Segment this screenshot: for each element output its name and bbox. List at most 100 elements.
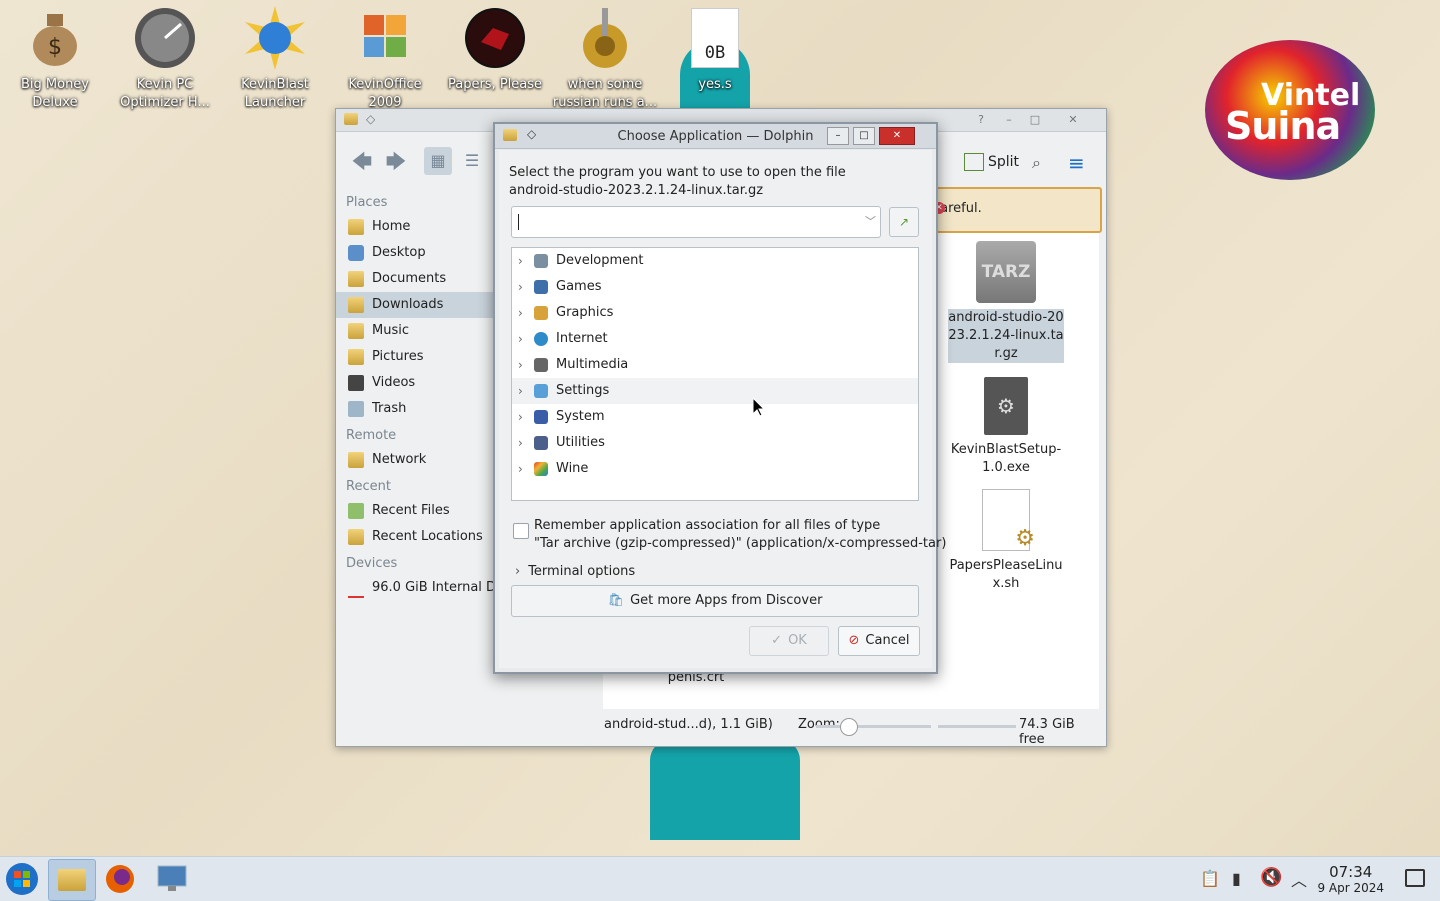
chevron-right-icon[interactable]: › xyxy=(518,456,523,482)
file-item-kevinblast-setup[interactable]: ⚙ KevinBlastSetup-1.0.exe xyxy=(948,377,1064,477)
chevron-right-icon[interactable]: › xyxy=(518,404,523,430)
places-item-pictures[interactable]: Pictures xyxy=(336,344,496,370)
games-icon xyxy=(534,280,548,294)
places-panel: Places Home Desktop Documents Downloads … xyxy=(336,189,496,601)
terminal-options-label: Terminal options xyxy=(528,564,636,579)
desktop-icon-label: KevinOffice 2009 xyxy=(348,77,422,110)
volume-muted-icon[interactable]: 🔇 xyxy=(1260,867,1282,888)
browse-button[interactable]: ↗ xyxy=(889,207,919,237)
remember-checkbox[interactable] xyxy=(513,523,529,539)
show-desktop-icon[interactable] xyxy=(1405,869,1425,887)
places-item-label: 96.0 GiB Internal Dri xyxy=(372,580,496,595)
start-menu-button[interactable] xyxy=(2,859,42,899)
desktop-icon-when-some-russian[interactable]: when some russian runs a... xyxy=(550,6,660,112)
places-item-recent-locations[interactable]: Recent Locations xyxy=(336,524,496,550)
zoom-slider[interactable] xyxy=(816,718,931,736)
icon-view-icon[interactable]: ▦ xyxy=(424,147,452,175)
search-icon[interactable]: ⌕ xyxy=(1032,153,1041,173)
settings-icon xyxy=(534,384,548,398)
category-multimedia[interactable]: › Multimedia xyxy=(512,352,918,378)
chevron-right-icon[interactable]: › xyxy=(518,352,523,378)
places-item-desktop[interactable]: Desktop xyxy=(336,240,496,266)
clipboard-icon[interactable]: 📋 xyxy=(1200,869,1220,888)
chevron-right-icon[interactable]: › xyxy=(518,326,523,352)
remember-line-2: "Tar archive (gzip-compressed)" (applica… xyxy=(534,536,947,551)
warning-banner: careful. ✕ xyxy=(926,187,1102,233)
desktop-icon-kevin-pc-optimizer[interactable]: Kevin PC Optimizer H... xyxy=(110,6,220,112)
taskbar-dolphin[interactable] xyxy=(48,859,96,901)
category-wine[interactable]: › Wine xyxy=(512,456,918,482)
places-item-label: Home xyxy=(372,219,411,234)
file-item-papers-please-sh[interactable]: ⚙ PapersPleaseLinux.sh xyxy=(948,489,1064,593)
desktop-icon-label: Kevin PC Optimizer H... xyxy=(120,77,210,110)
category-internet[interactable]: › Internet xyxy=(512,326,918,352)
help-button[interactable]: ? xyxy=(972,112,990,128)
dialog-titlebar[interactable]: ◇ Choose Application — Dolphin – □ ✕ xyxy=(495,124,936,149)
category-graphics[interactable]: › Graphics xyxy=(512,300,918,326)
zoom-slider-handle[interactable] xyxy=(840,718,858,736)
places-item-internal-drive[interactable]: 96.0 GiB Internal Dri xyxy=(336,575,496,601)
pin-icon[interactable]: ◇ xyxy=(366,112,375,126)
desktop-icon-kevinblast-launcher[interactable]: KevinBlast Launcher xyxy=(220,6,330,112)
desktop-icon-kevinoffice[interactable]: KevinOffice 2009 xyxy=(330,6,440,112)
maximize-button[interactable]: □ xyxy=(1026,112,1044,128)
ok-button[interactable]: ✓ OK xyxy=(749,626,829,656)
close-button[interactable]: ✕ xyxy=(879,127,915,145)
places-item-documents[interactable]: Documents xyxy=(336,266,496,292)
chevron-up-icon[interactable]: ︿ xyxy=(1291,867,1307,891)
remote-header: Remote xyxy=(346,428,397,443)
taskbar-firefox[interactable] xyxy=(100,859,140,899)
chevron-right-icon[interactable]: › xyxy=(518,248,523,274)
chevron-right-icon[interactable]: › xyxy=(518,378,523,404)
chevron-right-icon[interactable]: › xyxy=(518,300,523,326)
clock[interactable]: 07:34 9 Apr 2024 xyxy=(1317,863,1384,895)
category-games[interactable]: › Games xyxy=(512,274,918,300)
category-development[interactable]: › Development xyxy=(512,248,918,274)
battery-icon[interactable]: ▮ xyxy=(1232,869,1241,888)
category-utilities[interactable]: › Utilities xyxy=(512,430,918,456)
close-button[interactable]: ✕ xyxy=(1064,112,1082,128)
places-item-label: Downloads xyxy=(372,297,444,312)
desktop-icon-big-money[interactable]: $ Big Money Deluxe xyxy=(0,6,110,112)
dialog-prompt: Select the program you want to use to op… xyxy=(509,164,846,200)
taskbar-system-settings[interactable] xyxy=(152,859,192,899)
places-item-network[interactable]: Network xyxy=(336,447,496,473)
development-icon xyxy=(534,254,548,268)
desktop-icon-yes-s[interactable]: 0B yes.s xyxy=(660,6,770,94)
cancel-button[interactable]: ⊘ Cancel xyxy=(838,626,920,656)
category-settings[interactable]: › Settings xyxy=(512,378,918,404)
prompt-line-1: Select the program you want to use to op… xyxy=(509,165,846,180)
category-system[interactable]: › System xyxy=(512,404,918,430)
gear-icon xyxy=(573,6,637,70)
places-item-recent-files[interactable]: Recent Files xyxy=(336,498,496,524)
places-item-home[interactable]: Home xyxy=(336,214,496,240)
places-item-videos[interactable]: Videos xyxy=(336,370,496,396)
maximize-button[interactable]: □ xyxy=(853,127,875,145)
desktop-icon-label: yes.s xyxy=(698,77,732,92)
get-more-apps-button[interactable]: 🛍 Get more Apps from Discover xyxy=(511,585,919,617)
minimize-button[interactable]: – xyxy=(1000,112,1018,128)
split-button[interactable]: Split xyxy=(964,153,1019,171)
category-label: Graphics xyxy=(556,305,614,320)
free-space-bar xyxy=(938,725,1016,728)
places-item-music[interactable]: Music xyxy=(336,318,496,344)
desktop-icon-papers-please[interactable]: Papers, Please xyxy=(440,6,550,94)
dialog-body: Select the program you want to use to op… xyxy=(499,150,946,668)
places-item-trash[interactable]: Trash xyxy=(336,396,496,422)
details-view-icon[interactable]: ☰ xyxy=(458,147,486,175)
application-combo-input[interactable]: ﹀ xyxy=(511,206,881,238)
clock-date: 9 Apr 2024 xyxy=(1317,881,1384,895)
minimize-button[interactable]: – xyxy=(827,127,849,145)
hamburger-menu-icon[interactable]: ≡ xyxy=(1068,151,1085,175)
file-icon: 0B xyxy=(683,6,747,70)
forward-arrow-icon[interactable]: 🡆 xyxy=(382,147,410,175)
documents-folder-icon xyxy=(348,271,364,287)
application-category-tree[interactable]: › Development › Games › Graphics › Internet … xyxy=(511,247,919,501)
chevron-right-icon[interactable]: › xyxy=(518,274,523,300)
terminal-options-expander[interactable]: › Terminal options xyxy=(515,564,635,579)
back-arrow-icon[interactable]: 🡄 xyxy=(348,147,376,175)
chevron-down-icon[interactable]: ﹀ xyxy=(865,213,876,229)
file-item-android-studio[interactable]: TARZ android-studio-2023.2.1.24-linux.ta… xyxy=(948,241,1064,363)
places-item-downloads[interactable]: Downloads xyxy=(336,292,496,318)
chevron-right-icon[interactable]: › xyxy=(518,430,523,456)
